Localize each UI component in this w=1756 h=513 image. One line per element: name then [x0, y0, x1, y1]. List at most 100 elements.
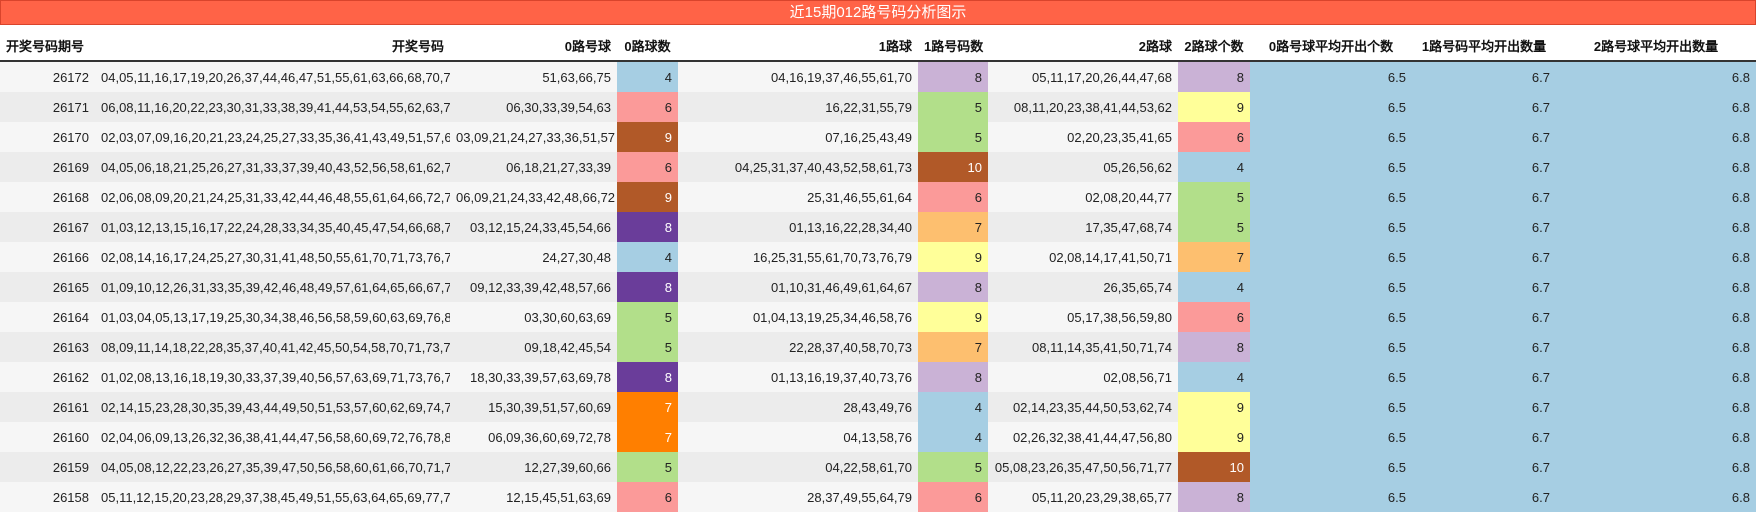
route1-count-cell: 5	[918, 92, 988, 122]
route1-count-cell: 4	[918, 422, 988, 452]
route2-balls-cell: 02,08,14,17,41,50,71	[988, 242, 1178, 272]
col-header-route1-count: 1路号码数	[918, 31, 988, 62]
route2-avg-cell: 6.8	[1556, 452, 1756, 482]
route0-count-cell: 4	[617, 242, 678, 272]
route1-count-cell: 7	[918, 212, 988, 242]
route0-count-cell: 6	[617, 92, 678, 122]
route1-balls-cell: 28,37,49,55,64,79	[678, 482, 918, 512]
route0-avg-cell: 6.5	[1250, 61, 1412, 92]
route2-balls-cell: 05,11,17,20,26,44,47,68	[988, 61, 1178, 92]
route2-avg-cell: 6.8	[1556, 272, 1756, 302]
numbers-cell: 05,11,12,15,20,23,28,29,37,38,45,49,51,5…	[95, 482, 450, 512]
route0-count-cell: 8	[617, 212, 678, 242]
route1-count-cell: 5	[918, 122, 988, 152]
numbers-cell: 01,03,04,05,13,17,19,25,30,34,38,46,56,5…	[95, 302, 450, 332]
route1-balls-cell: 01,13,16,22,28,34,40	[678, 212, 918, 242]
issue-cell: 26167	[0, 212, 95, 242]
numbers-cell: 01,03,12,13,15,16,17,22,24,28,33,34,35,4…	[95, 212, 450, 242]
route2-balls-cell: 08,11,20,23,38,41,44,53,62	[988, 92, 1178, 122]
route2-count-cell: 8	[1178, 332, 1250, 362]
header-row: 开奖号码期号 开奖号码 0路号球 0路球数 1路球 1路号码数 2路球 2路球个…	[0, 31, 1756, 62]
table-row: 26161 02,14,15,23,28,30,35,39,43,44,49,50…	[0, 392, 1756, 422]
route1-avg-cell: 6.7	[1412, 332, 1556, 362]
issue-cell: 26168	[0, 182, 95, 212]
route1-count-cell: 6	[918, 482, 988, 512]
route2-count-cell: 8	[1178, 61, 1250, 92]
route1-avg-cell: 6.7	[1412, 392, 1556, 422]
route2-avg-cell: 6.8	[1556, 332, 1756, 362]
route0-count-cell: 5	[617, 452, 678, 482]
table-row: 26162 01,02,08,13,16,18,19,30,33,37,39,40…	[0, 362, 1756, 392]
route2-balls-cell: 05,08,23,26,35,47,50,56,71,77	[988, 452, 1178, 482]
route0-avg-cell: 6.5	[1250, 482, 1412, 512]
route1-balls-cell: 04,13,58,76	[678, 422, 918, 452]
route2-balls-cell: 02,08,20,44,77	[988, 182, 1178, 212]
route1-balls-cell: 01,04,13,19,25,34,46,58,76	[678, 302, 918, 332]
route0-avg-cell: 6.5	[1250, 452, 1412, 482]
route2-balls-cell: 05,26,56,62	[988, 152, 1178, 182]
issue-cell: 26160	[0, 422, 95, 452]
route0-balls-cell: 18,30,33,39,57,63,69,78	[450, 362, 617, 392]
route1-avg-cell: 6.7	[1412, 422, 1556, 452]
issue-cell: 26171	[0, 92, 95, 122]
route2-count-cell: 4	[1178, 272, 1250, 302]
route0-balls-cell: 03,12,15,24,33,45,54,66	[450, 212, 617, 242]
route2-avg-cell: 6.8	[1556, 242, 1756, 272]
route2-count-cell: 5	[1178, 212, 1250, 242]
route2-count-cell: 6	[1178, 122, 1250, 152]
route2-count-cell: 6	[1178, 302, 1250, 332]
table-row: 26167 01,03,12,13,15,16,17,22,24,28,33,34…	[0, 212, 1756, 242]
route1-count-cell: 9	[918, 302, 988, 332]
route2-count-cell: 4	[1178, 152, 1250, 182]
route1-count-cell: 4	[918, 392, 988, 422]
chart-title: 近15期012路号码分析图示	[0, 0, 1756, 25]
route1-count-cell: 8	[918, 362, 988, 392]
route1-balls-cell: 25,31,46,55,61,64	[678, 182, 918, 212]
route0-count-cell: 5	[617, 332, 678, 362]
route2-balls-cell: 05,17,38,56,59,80	[988, 302, 1178, 332]
route1-balls-cell: 04,16,19,37,46,55,61,70	[678, 61, 918, 92]
route0-count-cell: 7	[617, 422, 678, 452]
route0-count-cell: 8	[617, 272, 678, 302]
route0-avg-cell: 6.5	[1250, 122, 1412, 152]
route1-balls-cell: 01,10,31,46,49,61,64,67	[678, 272, 918, 302]
table-row: 26172 04,05,11,16,17,19,20,26,37,44,46,47…	[0, 61, 1756, 92]
route1-count-cell: 8	[918, 272, 988, 302]
issue-cell: 26162	[0, 362, 95, 392]
table-row: 26158 05,11,12,15,20,23,28,29,37,38,45,49…	[0, 482, 1756, 512]
route1-avg-cell: 6.7	[1412, 362, 1556, 392]
col-header-route1-avg: 1路号码平均开出数量	[1412, 31, 1556, 62]
analysis-table: 开奖号码期号 开奖号码 0路号球 0路球数 1路球 1路号码数 2路球 2路球个…	[0, 31, 1756, 512]
issue-cell: 26165	[0, 272, 95, 302]
route0-avg-cell: 6.5	[1250, 422, 1412, 452]
route1-balls-cell: 16,22,31,55,79	[678, 92, 918, 122]
route2-avg-cell: 6.8	[1556, 61, 1756, 92]
route0-balls-cell: 09,18,42,45,54	[450, 332, 617, 362]
route1-count-cell: 10	[918, 152, 988, 182]
issue-cell: 26163	[0, 332, 95, 362]
table-row: 26160 02,04,06,09,13,26,32,36,38,41,44,47…	[0, 422, 1756, 452]
numbers-cell: 01,09,10,12,26,31,33,35,39,42,46,48,49,5…	[95, 272, 450, 302]
route0-avg-cell: 6.5	[1250, 152, 1412, 182]
col-header-route2-count: 2路球个数	[1178, 31, 1250, 62]
route1-count-cell: 8	[918, 61, 988, 92]
route0-count-cell: 7	[617, 392, 678, 422]
numbers-cell: 06,08,11,16,20,22,23,30,31,33,38,39,41,4…	[95, 92, 450, 122]
route2-count-cell: 5	[1178, 182, 1250, 212]
route1-avg-cell: 6.7	[1412, 152, 1556, 182]
issue-cell: 26159	[0, 452, 95, 482]
table-row: 26166 02,08,14,16,17,24,25,27,30,31,41,48…	[0, 242, 1756, 272]
route0-avg-cell: 6.5	[1250, 362, 1412, 392]
route2-avg-cell: 6.8	[1556, 182, 1756, 212]
issue-cell: 26158	[0, 482, 95, 512]
route2-balls-cell: 26,35,65,74	[988, 272, 1178, 302]
route2-avg-cell: 6.8	[1556, 92, 1756, 122]
route2-count-cell: 7	[1178, 242, 1250, 272]
numbers-cell: 02,06,08,09,20,21,24,25,31,33,42,44,46,4…	[95, 182, 450, 212]
route1-count-cell: 9	[918, 242, 988, 272]
route0-balls-cell: 06,18,21,27,33,39	[450, 152, 617, 182]
route0-balls-cell: 12,27,39,60,66	[450, 452, 617, 482]
numbers-cell: 04,05,11,16,17,19,20,26,37,44,46,47,51,5…	[95, 61, 450, 92]
numbers-cell: 08,09,11,14,18,22,28,35,37,40,41,42,45,5…	[95, 332, 450, 362]
route1-balls-cell: 01,13,16,19,37,40,73,76	[678, 362, 918, 392]
